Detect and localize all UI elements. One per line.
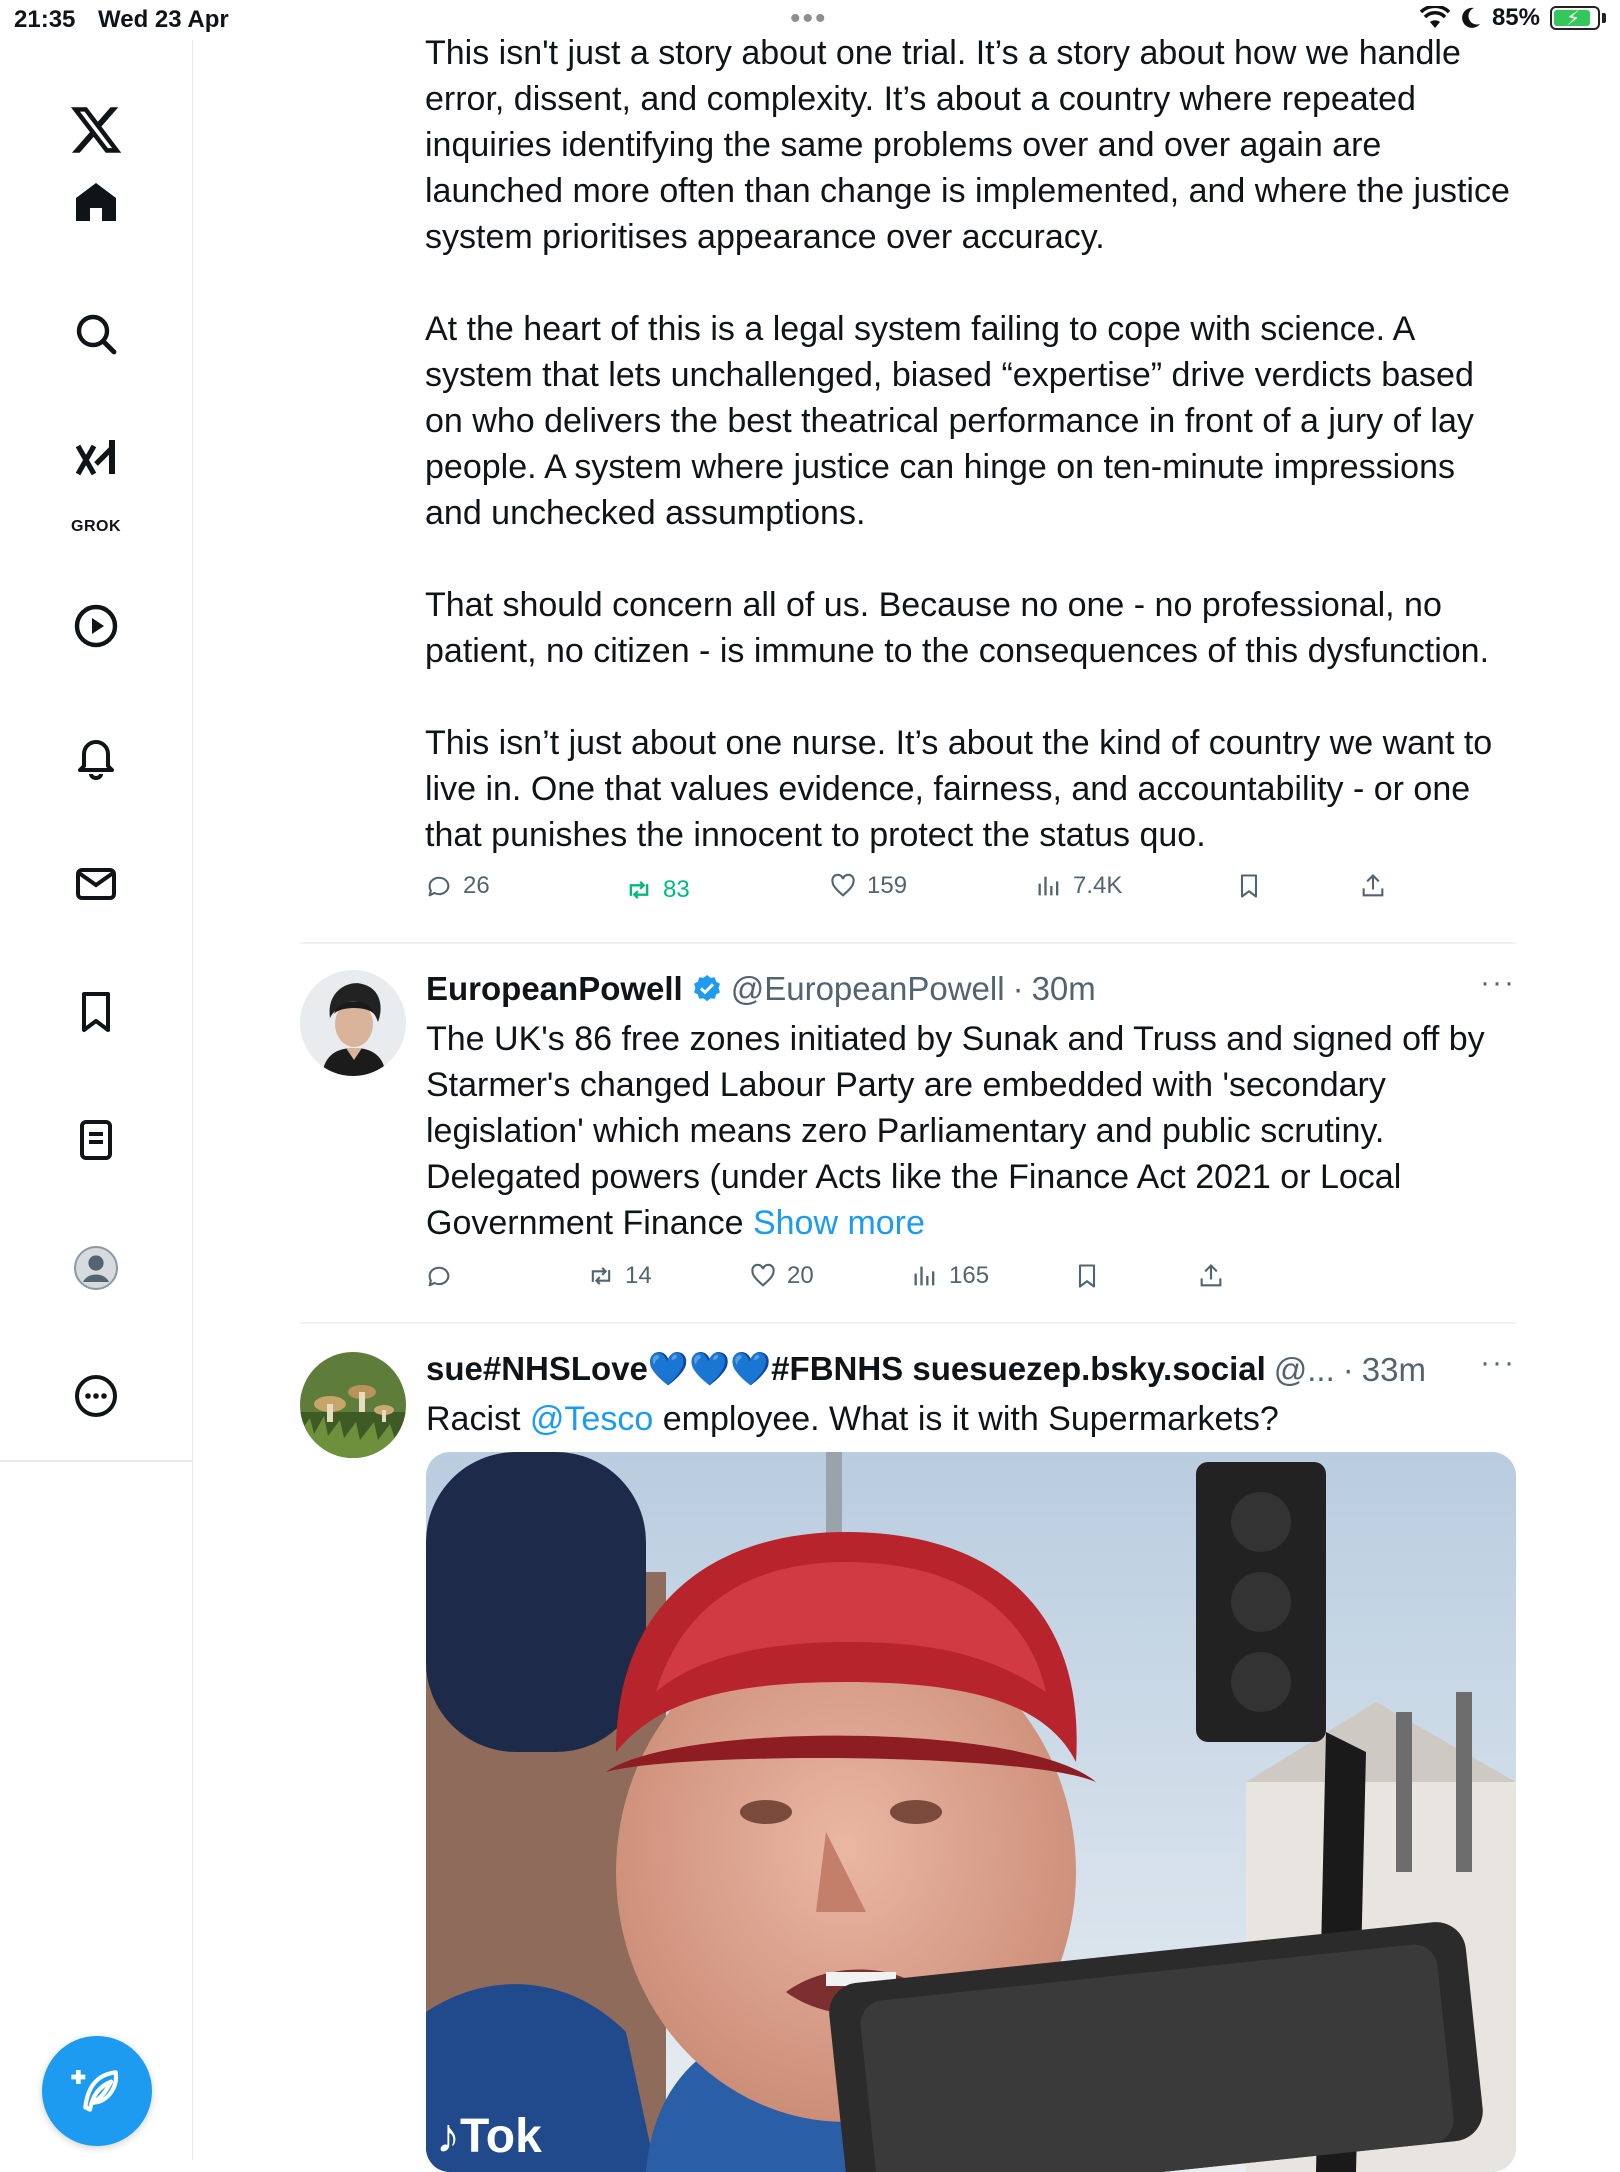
- wifi-icon: [1419, 6, 1450, 28]
- charging-bolt-icon: ⚡: [1566, 8, 1581, 30]
- bookmark-button[interactable]: [1235, 872, 1263, 900]
- share-icon: [1362, 874, 1384, 897]
- more-options-icon[interactable]: [70, 1370, 122, 1422]
- heart-icon: [831, 873, 855, 897]
- repost-count: 83: [663, 876, 690, 903]
- tweet-divider: [300, 1322, 1516, 1324]
- reply-count: 26: [463, 872, 490, 899]
- heart-icon: [751, 1263, 775, 1287]
- tweet-text: The UK's 86 free zones initiated by Suna…: [426, 1016, 1516, 1246]
- mention-link[interactable]: @Tesco: [530, 1400, 653, 1438]
- tweet-body-start: Racist: [426, 1400, 530, 1438]
- sidebar-divider: [0, 1460, 192, 1462]
- tweet-text: Racist @Tesco employee. What is it with …: [426, 1396, 1516, 1442]
- reply-button[interactable]: [425, 1262, 463, 1290]
- bookmark-button[interactable]: [1073, 1262, 1101, 1290]
- sidebar-nav: GROK: [0, 40, 193, 2160]
- repost-icon: [629, 881, 649, 899]
- profile-avatar-icon[interactable]: [70, 1242, 122, 1294]
- status-indicators: 85% ⚡: [1419, 4, 1606, 32]
- paragraph-2: At the heart of this is a legal system f…: [425, 310, 1474, 532]
- notifications-bell-icon[interactable]: [70, 730, 122, 782]
- share-button[interactable]: [1197, 1262, 1225, 1290]
- like-count: 159: [867, 872, 908, 899]
- avatar[interactable]: [300, 1352, 406, 1458]
- more-menu-icon[interactable]: ···: [1480, 1346, 1516, 1380]
- avatar[interactable]: [300, 970, 406, 1076]
- paragraph-4: This isn’t just about one nurse. It’s ab…: [425, 724, 1493, 854]
- repost-button[interactable]: 83: [625, 876, 690, 904]
- tweet-header: EuropeanPowell @EuropeanPowell · 30m: [426, 970, 1096, 1008]
- author-handle[interactable]: @...: [1274, 1351, 1335, 1389]
- video-media[interactable]: ♪Tok: [426, 1452, 1516, 2172]
- repost-count: 14: [625, 1262, 652, 1289]
- tweet-header: sue#NHSLove💙💙💙#FBNHS suesuezep.bsky.soci…: [426, 1350, 1426, 1389]
- views-chart-icon: [1038, 876, 1059, 896]
- compose-post-button[interactable]: [42, 2036, 152, 2146]
- status-time: 21:35: [14, 6, 76, 33]
- tweet-divider: [300, 942, 1516, 944]
- like-button[interactable]: 159: [829, 872, 907, 900]
- author-handle[interactable]: @EuropeanPowell: [731, 970, 1005, 1008]
- battery-icon: ⚡: [1550, 6, 1600, 30]
- separator-dot: ·: [1012, 970, 1024, 1007]
- x-logo-icon[interactable]: [68, 102, 124, 158]
- svg-text:♪Tok: ♪Tok: [436, 2110, 542, 2163]
- view-count: 165: [949, 1262, 990, 1289]
- tweet-body-end: employee. What is it with Supermarkets?: [653, 1400, 1279, 1438]
- battery-percent: 85%: [1491, 4, 1540, 31]
- tweet-sue[interactable]: sue#NHSLove💙💙💙#FBNHS suesuezep.bsky.soci…: [300, 1346, 1516, 2172]
- more-menu-icon[interactable]: ···: [1480, 966, 1516, 1000]
- tweet-body: The UK's 86 free zones initiated by Suna…: [426, 1020, 1485, 1242]
- repost-icon: [591, 1267, 611, 1285]
- share-icon: [1200, 1264, 1222, 1287]
- home-icon[interactable]: [70, 176, 122, 228]
- battery-cap: [1602, 13, 1606, 23]
- paragraph-3: That should concern all of us. Because n…: [425, 586, 1490, 670]
- show-more-link[interactable]: Show more: [753, 1204, 925, 1242]
- thread-tweet-actions: 26 83 159 7.4K: [425, 872, 1385, 912]
- verified-badge-icon: [693, 975, 720, 1002]
- bookmark-icon: [1240, 874, 1258, 898]
- repost-button[interactable]: 14: [587, 1262, 652, 1290]
- like-button[interactable]: 20: [749, 1262, 814, 1290]
- status-date: Wed 23 Apr: [98, 6, 229, 33]
- paragraph-1: This isn't just a story about one trial.…: [425, 34, 1510, 256]
- views-chart-icon: [914, 1266, 935, 1286]
- tweet-time[interactable]: 30m: [1032, 970, 1096, 1008]
- moon-icon: [1462, 7, 1480, 28]
- like-count: 20: [787, 1262, 814, 1289]
- messages-envelope-icon[interactable]: [70, 858, 122, 910]
- bookmark-icon: [1078, 1264, 1096, 1288]
- author-name[interactable]: EuropeanPowell: [426, 970, 683, 1008]
- video-frame: ♪Tok: [426, 1452, 1516, 2172]
- thread-tweet-text: This isn't just a story about one trial.…: [425, 30, 1516, 858]
- lists-icon[interactable]: [70, 1114, 122, 1166]
- reply-icon: [428, 1266, 450, 1287]
- tweet-time[interactable]: 33m: [1362, 1351, 1426, 1389]
- video-play-icon[interactable]: [70, 600, 122, 652]
- grok-label: GROK: [71, 518, 121, 535]
- bookmarks-icon[interactable]: [70, 986, 122, 1038]
- reply-icon: [428, 876, 450, 897]
- views-button[interactable]: 165: [911, 1262, 989, 1290]
- views-button[interactable]: 7.4K: [1035, 872, 1122, 900]
- reply-button[interactable]: 26: [425, 872, 490, 900]
- view-count: 7.4K: [1073, 872, 1123, 899]
- powell-tweet-actions: 14 20 165: [425, 1262, 1385, 1302]
- separator-dot: ·: [1342, 1350, 1354, 1388]
- compose-feather-icon: [71, 2070, 119, 2112]
- grok-icon[interactable]: [70, 434, 122, 486]
- share-button[interactable]: [1359, 872, 1387, 900]
- search-icon[interactable]: [70, 308, 122, 360]
- author-name[interactable]: sue#NHSLove💙💙💙#FBNHS suesuezep.bsky.soci…: [426, 1350, 1266, 1389]
